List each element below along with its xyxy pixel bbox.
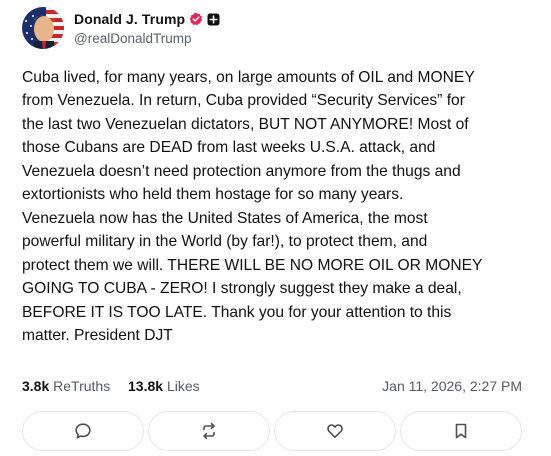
post-text-line: those Cubans are DEAD from last weeks U.… (22, 139, 436, 157)
post-text-line: extortionists who held them hostage for … (22, 186, 404, 204)
post-text-line: matter. President DJT (22, 326, 173, 344)
likes-count: 13.8k (128, 378, 164, 394)
post-text-line: GOING TO CUBA - ZERO! I strongly suggest… (22, 280, 462, 298)
reply-icon (75, 423, 91, 439)
author-handle[interactable]: @realDonaldTrump (74, 31, 220, 46)
like-button[interactable] (274, 411, 396, 451)
post-text-line: Venezuela doesn’t need protection anymor… (22, 162, 461, 180)
author-display-name[interactable]: Donald J. Trump (74, 11, 185, 27)
likes-label: Likes (166, 378, 200, 394)
post-text-line: Venezuela now has the United States of A… (22, 209, 428, 227)
action-bar (22, 411, 522, 451)
avatar-image (22, 7, 64, 49)
retruths-count: 3.8k (22, 378, 50, 394)
post-text-line: the last two Venezuelan dictators, BUT N… (22, 115, 469, 133)
post-text-line: BEFORE IT IS TOO LATE. Thank you for you… (22, 303, 452, 321)
verified-badge-icon (189, 12, 203, 26)
avatar[interactable] (22, 7, 64, 49)
like-heart-icon (327, 424, 343, 438)
post-header: Donald J. Trump @realDonaldTrump (22, 6, 220, 50)
post-text-line: from Venezuela. In return, Cuba provided… (22, 92, 465, 110)
bookmark-icon (455, 423, 467, 439)
retruths-stat[interactable]: 3.8k ReTruths (22, 378, 110, 394)
post-stats: 3.8k ReTruths 13.8k Likes Jan 11, 2026, … (22, 378, 522, 398)
post-body: Cuba lived, for many years, on large amo… (22, 66, 537, 347)
post-text-line: Cuba lived, for many years, on large amo… (22, 69, 475, 86)
likes-stat[interactable]: 13.8k Likes (128, 378, 200, 394)
retruths-label: ReTruths (53, 378, 111, 394)
post-text-line: powerful military in the World (by far!)… (22, 233, 428, 251)
plus-square-icon (207, 13, 220, 26)
retruth-button[interactable] (148, 411, 270, 451)
bookmark-button[interactable] (400, 411, 522, 451)
retruth-icon (203, 422, 215, 440)
post-text-line: protect them we will. THERE WILL BE NO M… (22, 256, 483, 274)
post-timestamp[interactable]: Jan 11, 2026, 2:27 PM (382, 378, 522, 394)
reply-button[interactable] (22, 411, 144, 451)
